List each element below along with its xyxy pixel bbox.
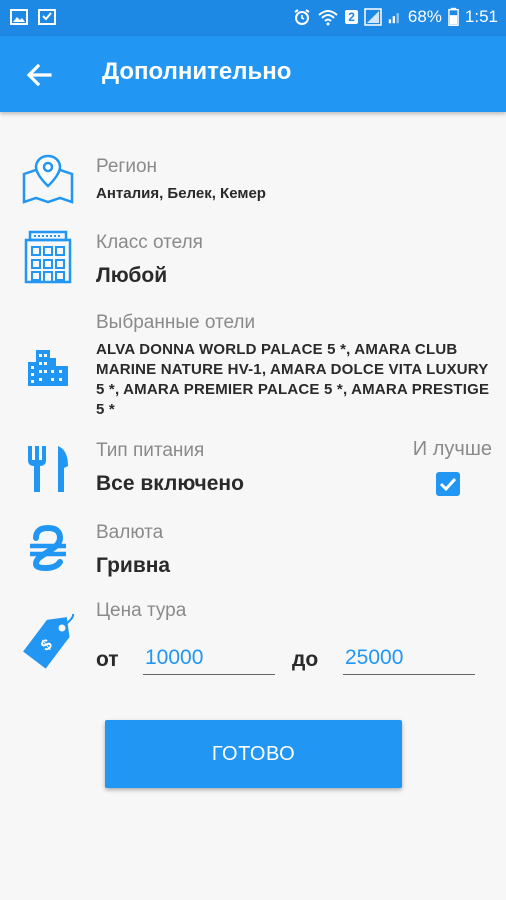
done-button[interactable]: ГОТОВО xyxy=(105,720,402,788)
alarm-icon xyxy=(294,9,310,25)
download-notification-icon xyxy=(38,9,56,25)
fork-knife-icon xyxy=(28,446,68,492)
meal-type-row[interactable]: Тип питания Все включено И лучше xyxy=(0,436,506,500)
hotel-building-icon xyxy=(24,230,72,284)
clock: 1:51 xyxy=(464,7,498,26)
page-title: Дополнительно xyxy=(102,58,292,85)
hotel-class-value: Любой xyxy=(96,264,168,287)
and-better-label: И лучше xyxy=(412,438,492,460)
hotel-class-label: Класс отеля xyxy=(96,232,203,253)
wifi-icon xyxy=(318,10,338,26)
region-label: Регион xyxy=(96,156,158,177)
region-value: Анталия, Белек, Кемер xyxy=(96,185,266,202)
and-better-checkbox[interactable] xyxy=(436,472,460,496)
meal-type-label: Тип питания xyxy=(96,440,205,461)
price-tag-icon: $ xyxy=(23,614,75,669)
status-bar: 2 68% 1:51 xyxy=(0,0,506,36)
price-from-input[interactable] xyxy=(143,642,275,675)
price-row: $ Цена тура от до xyxy=(0,598,506,688)
price-to-label: до xyxy=(292,648,319,671)
hotel-class-row[interactable]: Класс отеля Любой xyxy=(0,228,506,292)
price-from-label: от xyxy=(96,648,119,671)
signal-icon xyxy=(364,8,382,26)
signal-bars-icon xyxy=(388,13,399,24)
region-row[interactable]: Регион Анталия, Белек, Кемер xyxy=(0,150,506,210)
hryvnia-currency-icon xyxy=(30,524,66,572)
selected-hotels-label: Выбранные отели xyxy=(96,312,256,333)
sim-badge: 2 xyxy=(345,10,358,24)
price-label: Цена тура xyxy=(96,600,187,621)
battery-percent: 68% xyxy=(407,7,442,26)
city-buildings-icon xyxy=(28,350,68,386)
currency-label: Валюта xyxy=(96,522,164,543)
checkmark-icon xyxy=(439,477,457,492)
back-arrow-icon[interactable] xyxy=(18,54,60,96)
app-bar: Дополнительно xyxy=(0,36,506,112)
selected-hotels-row[interactable]: Выбранные отели ALVA DONNA WORLD PALACE … xyxy=(0,312,506,422)
currency-row[interactable]: Валюта Гривна xyxy=(0,518,506,582)
price-to-input[interactable] xyxy=(343,642,475,675)
selected-hotels-value: ALVA DONNA WORLD PALACE 5 *, AMARA CLUB … xyxy=(96,341,490,418)
gallery-notification-icon xyxy=(10,9,28,25)
battery-icon xyxy=(448,7,459,26)
map-pin-icon xyxy=(22,154,74,204)
meal-type-value: Все включено xyxy=(96,472,244,495)
currency-value: Гривна xyxy=(96,554,171,577)
